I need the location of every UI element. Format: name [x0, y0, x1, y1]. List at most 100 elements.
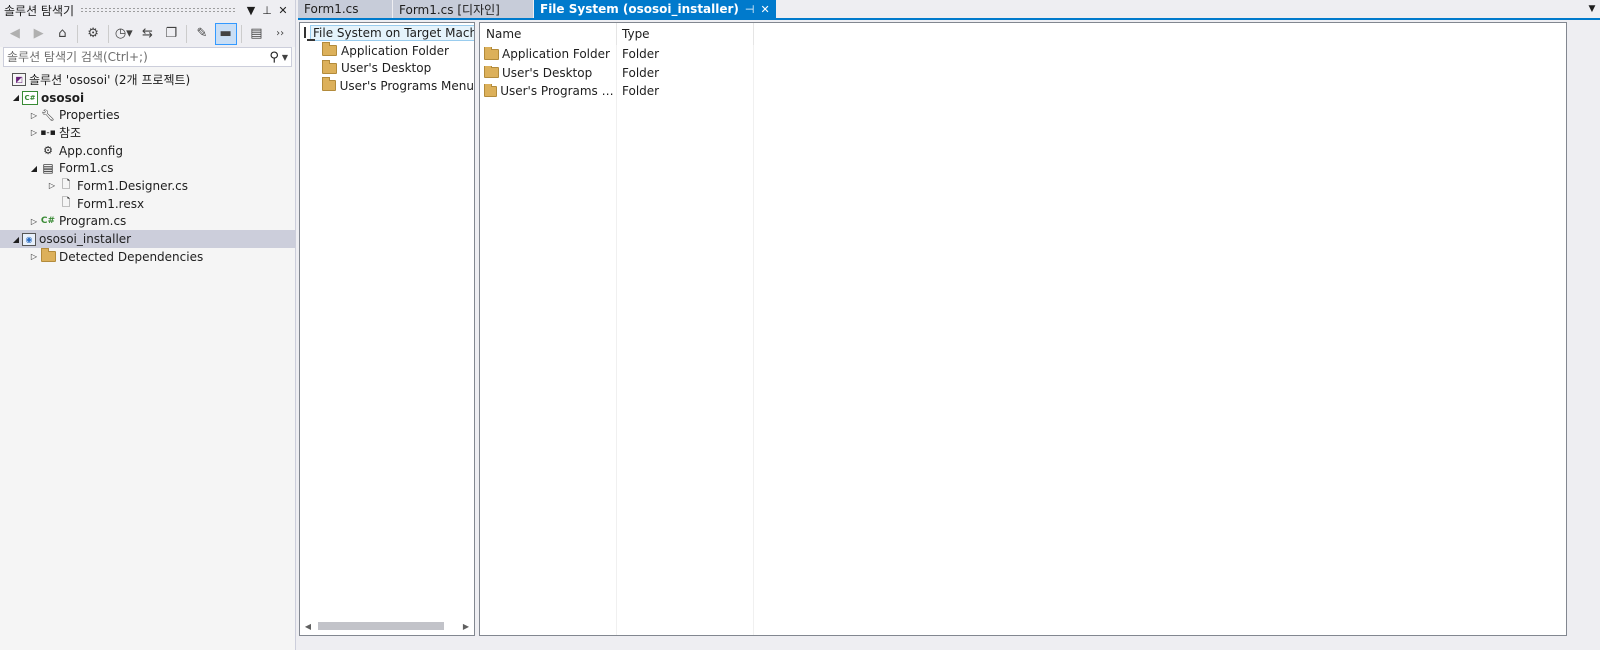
tree-item-label: App.config: [59, 143, 123, 158]
expand-arrow-icon[interactable]: ▷: [28, 128, 40, 137]
folder-icon: [484, 84, 498, 97]
fs-tree-item-users-programs-menu[interactable]: User's Programs Menu: [300, 77, 474, 95]
tree-item-project-ososoi[interactable]: ◢ C# ososoi: [0, 89, 295, 107]
solution-tree: ◩ 솔루션 'ososoi' (2개 프로젝트) ◢ C# ososoi ▷ 🔧…: [0, 71, 295, 266]
search-icon[interactable]: ⚲: [269, 50, 279, 65]
tree-item-form1-designer-cs[interactable]: ▷ 🗋︎ Form1.Designer.cs: [0, 177, 295, 195]
list-item-name-cell: Application Folder: [480, 47, 616, 61]
tree-item-solution[interactable]: ◩ 솔루션 'ososoi' (2개 프로젝트): [0, 71, 295, 89]
list-item[interactable]: Application Folder Folder: [480, 45, 1566, 64]
history-icon[interactable]: ◷▾: [113, 23, 135, 45]
scroll-track[interactable]: [314, 620, 460, 632]
list-header: Name Type: [480, 23, 1566, 45]
home-icon[interactable]: ⌂: [51, 23, 73, 45]
tree-item-form1-cs[interactable]: ◢ ▤ Form1.cs: [0, 159, 295, 177]
column-guide: [616, 45, 617, 635]
folder-icon: [322, 42, 337, 57]
horizontal-scrollbar[interactable]: ◀ ▶: [302, 619, 472, 633]
expand-arrow-icon[interactable]: ▷: [46, 181, 58, 190]
window-position-dropdown-icon[interactable]: ▼: [243, 4, 259, 17]
toolbar-separator: [77, 24, 79, 43]
sync-icon[interactable]: ⇆: [137, 23, 159, 45]
tree-item-label: Detected Dependencies: [59, 249, 204, 264]
toolbar-separator: [107, 24, 109, 43]
document-tab-strip: Form1.cs Form1.cs [디자인] File System (oso…: [298, 0, 1600, 18]
tree-item-references[interactable]: ▷ ▪-▪ 참조: [0, 124, 295, 142]
file-system-list-pane: Name Type Application Folder Folder User…: [479, 22, 1567, 636]
list-item[interactable]: User's Desktop Folder: [480, 64, 1566, 83]
list-item-name: User's Programs Menu: [500, 84, 616, 99]
tree-item-form1-resx[interactable]: 🗋︎ Form1.resx: [0, 195, 295, 213]
pin-icon[interactable]: ⊥: [259, 4, 275, 17]
scroll-left-icon[interactable]: ◀: [302, 622, 314, 631]
tree-item-project-ososoi-installer[interactable]: ◢ ◉ ososoi_installer: [0, 230, 295, 248]
expand-arrow-icon[interactable]: ▷: [28, 252, 40, 261]
tab-label: File System (ososoi_installer): [540, 2, 739, 16]
fs-tree-item-label: User's Desktop: [341, 61, 432, 76]
folder-icon: [484, 47, 499, 60]
search-input[interactable]: [7, 50, 270, 64]
column-guide: [753, 45, 754, 635]
tree-item-label: Form1.Designer.cs: [77, 178, 188, 193]
list-item-type: Folder: [622, 47, 660, 62]
form-icon: ▤: [42, 161, 54, 176]
expand-arrow-icon[interactable]: ▷: [28, 217, 40, 226]
file-system-tree-pane: File System on Target Mach Application F…: [299, 22, 475, 636]
list-item[interactable]: User's Programs Menu Folder: [480, 82, 1566, 101]
list-item-name: Application Folder: [502, 47, 610, 62]
solution-explorer-panel: 솔루션 탐색기 ▼ ⊥ ✕ ◀ ▶ ⌂ ⚙ ◷▾ ⇆ ❐ ✎ ▬ ▤ ›› ⚲ …: [0, 0, 296, 650]
tree-item-detected-dependencies[interactable]: ▷ Detected Dependencies: [0, 248, 295, 266]
config-file-icon: ⚙: [43, 144, 53, 158]
close-tab-icon[interactable]: ✕: [761, 3, 770, 16]
tree-item-program-cs[interactable]: ▷ C# Program.cs: [0, 213, 295, 231]
column-header-type[interactable]: Type: [616, 27, 650, 41]
fs-tree-root[interactable]: File System on Target Mach: [300, 24, 474, 42]
collapse-arrow-icon[interactable]: ◢: [28, 164, 40, 173]
pin-tab-icon[interactable]: ⊣: [745, 3, 755, 16]
tab-overflow-dropdown-icon[interactable]: ▼: [1584, 0, 1600, 18]
list-item-name: User's Desktop: [502, 65, 593, 80]
tab-file-system-installer[interactable]: File System (ososoi_installer) ⊣ ✕: [534, 0, 776, 18]
column-divider[interactable]: [753, 23, 754, 45]
collapse-all-icon[interactable]: ❐: [160, 23, 182, 45]
list-item-type: Folder: [622, 84, 660, 99]
folder-icon: [484, 65, 499, 79]
solution-explorer-title: 솔루션 탐색기: [4, 3, 75, 18]
back-icon[interactable]: ◀: [4, 23, 26, 45]
fs-tree-item-application-folder[interactable]: Application Folder: [300, 42, 474, 60]
wrench-icon: 🔧︎: [41, 108, 55, 122]
tree-item-properties[interactable]: ▷ 🔧︎ Properties: [0, 106, 295, 124]
scroll-thumb[interactable]: [318, 622, 444, 630]
close-icon[interactable]: ✕: [275, 4, 291, 17]
properties-wrench-icon[interactable]: ✎: [191, 23, 213, 45]
scroll-right-icon[interactable]: ▶: [460, 622, 472, 631]
show-all-files-icon[interactable]: ▬: [214, 22, 237, 45]
column-divider[interactable]: [616, 23, 617, 45]
resource-file-icon: 🗋︎: [61, 196, 71, 210]
references-icon: ▪-▪: [40, 127, 56, 138]
tree-item-app-config[interactable]: ⚙ App.config: [0, 142, 295, 160]
collapse-arrow-icon[interactable]: ◢: [10, 93, 22, 102]
list-item-name-cell: User's Programs Menu: [480, 84, 616, 98]
fs-tree-item-label: Application Folder: [341, 43, 449, 58]
setup-project-icon: ◉: [22, 232, 36, 246]
column-header-name[interactable]: Name: [480, 27, 616, 41]
csharp-project-icon: C#: [22, 90, 38, 105]
fs-tree-item-label: User's Programs Menu: [339, 78, 474, 93]
tree-item-label: 솔루션 'ososoi' (2개 프로젝트): [29, 73, 191, 88]
pending-changes-filter-icon[interactable]: ⚙: [82, 23, 104, 45]
tab-label: Form1.cs: [304, 2, 359, 16]
toolbar-separator: [240, 24, 242, 43]
expand-arrow-icon[interactable]: ▷: [28, 111, 40, 120]
toolbar-overflow-icon[interactable]: ››: [269, 23, 291, 45]
folder-icon: [40, 248, 56, 264]
search-options-dropdown-icon[interactable]: ▼: [282, 53, 288, 62]
toolbar-separator: [186, 24, 188, 43]
collapse-arrow-icon[interactable]: ◢: [10, 235, 22, 244]
preview-icon[interactable]: ▤: [246, 23, 268, 45]
forward-icon[interactable]: ▶: [28, 23, 50, 45]
tab-form1-cs[interactable]: Form1.cs: [298, 0, 392, 18]
fs-tree-item-users-desktop[interactable]: User's Desktop: [300, 59, 474, 77]
drag-grip[interactable]: [80, 7, 237, 13]
tab-form1-cs-designer[interactable]: Form1.cs [디자인]: [393, 0, 533, 18]
